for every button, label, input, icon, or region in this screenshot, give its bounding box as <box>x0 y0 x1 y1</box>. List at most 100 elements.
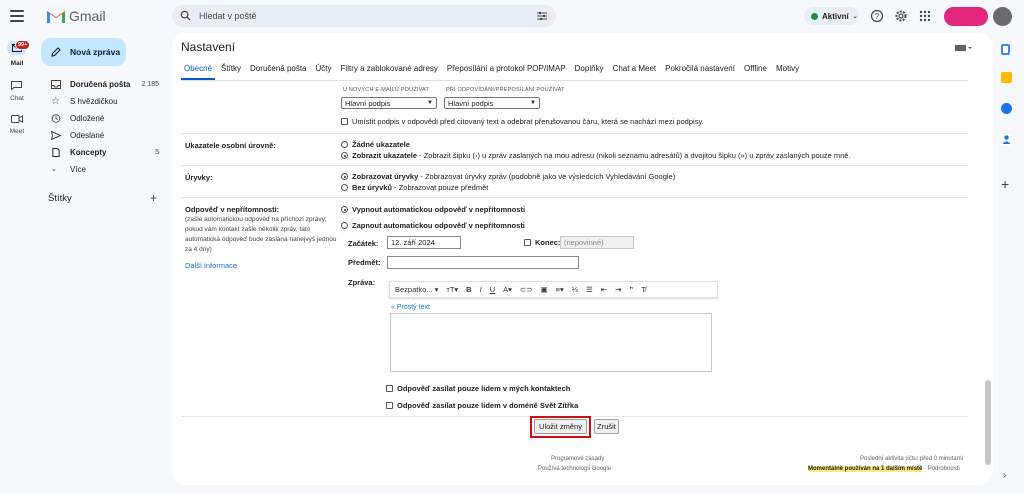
tab-addons[interactable]: Doplňky <box>575 64 604 73</box>
gmail-logo[interactable] <box>46 8 66 24</box>
get-addons-icon[interactable]: + <box>1001 176 1009 192</box>
details-link[interactable]: · Podrobnosti <box>922 466 960 472</box>
input-tools-icon[interactable] <box>955 44 973 52</box>
vacation-off-option[interactable]: Vypnout automatickou odpověď v nepřítomn… <box>341 205 525 214</box>
numbered-list-icon[interactable]: ⅓ <box>572 285 578 294</box>
radio[interactable] <box>341 141 348 148</box>
nav-item-drafts[interactable]: Koncepty 5 <box>41 145 165 160</box>
radio[interactable] <box>341 222 348 229</box>
search-icon[interactable] <box>180 10 191 21</box>
svg-text:?: ? <box>875 12 880 21</box>
tab-advanced[interactable]: Pokročilá nastavení <box>665 64 735 73</box>
calendar-icon[interactable] <box>1001 44 1010 55</box>
indicators-none-option[interactable]: Žádné ukazatele <box>341 140 410 149</box>
contacts-icon[interactable] <box>1001 134 1012 145</box>
tab-accounts[interactable]: Účty <box>316 64 332 73</box>
help-icon[interactable]: ? <box>870 9 884 23</box>
domain-only-checkbox[interactable] <box>386 402 393 409</box>
description-line: pokud vám kontakt zašle několik zpráv, t… <box>185 226 311 233</box>
start-date-input[interactable]: 12. září 2024 <box>387 236 461 249</box>
expand-panel-icon[interactable]: › <box>1003 470 1006 481</box>
plain-text-link[interactable]: « Prostý text <box>391 304 430 311</box>
radio[interactable] <box>341 206 348 213</box>
compose-button[interactable]: Nová zpráva <box>41 38 126 66</box>
vacation-on-option[interactable]: Zapnout automatickou odpověď v nepřítomn… <box>341 221 525 230</box>
bulleted-list-icon[interactable]: ☰ <box>586 285 593 294</box>
nav-count: 5 <box>155 149 159 156</box>
learn-more-link[interactable]: Další informace <box>185 261 237 270</box>
option-description: - Zobrazit šipku (›) u zpráv zaslaných n… <box>417 151 851 160</box>
signature-reply-select[interactable]: Hlavní podpis ▼ <box>444 97 540 109</box>
tab-offline[interactable]: Offline <box>744 64 767 73</box>
quote-icon[interactable]: ” <box>629 285 633 294</box>
rail-meet-label[interactable]: Meet <box>4 128 30 135</box>
tasks-icon[interactable] <box>1001 103 1012 114</box>
image-icon[interactable]: ▣ <box>540 285 547 294</box>
radio[interactable] <box>341 152 348 159</box>
italic-icon[interactable]: I <box>480 285 482 294</box>
program-policies-link[interactable]: Programové zásady <box>551 456 604 462</box>
end-date-checkbox[interactable] <box>524 239 531 246</box>
tab-inbox[interactable]: Doručená pošta <box>250 64 306 73</box>
font-size-icon[interactable]: ᴛT▾ <box>446 285 458 294</box>
tab-general[interactable]: Obecné <box>184 64 212 73</box>
nav-item-inbox[interactable]: Doručená pošta 2 185 <box>41 77 165 92</box>
cancel-button[interactable]: Zrušit <box>594 419 619 434</box>
rail-mail-label[interactable]: Mail <box>4 60 30 67</box>
font-family-select[interactable]: Bezpatko... ▾ <box>395 285 438 294</box>
signature-placement-option[interactable]: Umístit podpis v odpovědi před citovaný … <box>341 117 704 126</box>
search-options-icon[interactable] <box>536 10 548 22</box>
chat-icon[interactable] <box>11 81 22 90</box>
indent-more-icon[interactable]: ⇥ <box>615 285 621 294</box>
bold-icon[interactable]: B <box>466 285 471 294</box>
signature-new-select[interactable]: Hlavní podpis ▼ <box>341 97 437 109</box>
message-editor[interactable] <box>390 313 712 372</box>
radio[interactable] <box>341 173 348 180</box>
nav-item-snoozed[interactable]: Odložené <box>41 111 165 126</box>
option-label: Zobrazovat úryvky <box>352 172 419 181</box>
snippets-none-option[interactable]: Bez úryvků - Zobrazovat pouze předmět <box>341 183 488 192</box>
tab-chat-meet[interactable]: Chat a Meet <box>613 64 657 73</box>
save-button[interactable]: Uložit změny <box>534 419 587 434</box>
search-input[interactable]: Hledat v poště <box>199 11 257 21</box>
keep-icon[interactable] <box>1001 72 1012 83</box>
account-logo[interactable] <box>944 7 988 26</box>
tab-filters[interactable]: Filtry a zablokované adresy <box>341 64 438 73</box>
subject-input[interactable] <box>387 256 579 269</box>
align-icon[interactable]: ≡▾ <box>556 285 564 294</box>
rail-chat-label[interactable]: Chat <box>4 95 30 102</box>
end-date-input[interactable]: (nepovinné) <box>560 236 634 249</box>
contacts-only-checkbox[interactable] <box>386 385 393 392</box>
page-title: Nastavení <box>181 40 236 54</box>
main-menu-icon[interactable] <box>10 10 24 22</box>
domain-only-option[interactable]: Odpověď zasílat pouze lidem v doméně Svě… <box>386 401 578 410</box>
settings-gear-icon[interactable] <box>894 9 908 23</box>
tab-labels[interactable]: Štítky <box>221 64 241 73</box>
snippets-show-option[interactable]: Zobrazovat úryvky - Zobrazovat úryvky zp… <box>341 172 675 181</box>
option-label: Bez úryvků <box>352 183 393 192</box>
end-date-option[interactable]: Konec: <box>524 238 560 247</box>
underline-icon[interactable]: U <box>490 285 495 294</box>
search-bar[interactable]: Hledat v poště <box>172 5 556 27</box>
nav-item-starred[interactable]: ☆ S hvězdičkou <box>41 94 165 109</box>
section-divider <box>181 165 968 166</box>
status-button[interactable]: Aktivní ⌄ <box>804 7 859 25</box>
signature-placement-checkbox[interactable] <box>341 118 348 125</box>
contacts-only-option[interactable]: Odpověď zasílat pouze lidem v mých konta… <box>386 384 570 393</box>
indicators-show-option[interactable]: Zobrazit ukazatele - Zobrazit šipku (›) … <box>341 151 851 160</box>
radio[interactable] <box>341 184 348 191</box>
tab-forwarding[interactable]: Přeposílání a protokol POP/IMAP <box>447 64 566 73</box>
text-color-icon[interactable]: A▾ <box>503 285 512 294</box>
add-label-icon[interactable]: + <box>150 191 157 205</box>
apps-grid-icon[interactable] <box>918 9 932 23</box>
nav-item-sent[interactable]: Odeslané <box>41 128 165 143</box>
meet-icon[interactable] <box>11 115 23 123</box>
settings-scrollbar[interactable] <box>985 380 991 465</box>
indent-less-icon[interactable]: ⇤ <box>601 285 607 294</box>
avatar[interactable] <box>993 7 1012 26</box>
tab-themes[interactable]: Motivy <box>776 64 799 73</box>
option-label: Odpověď zasílat pouze lidem v mých konta… <box>397 384 571 393</box>
link-icon[interactable]: ⊂⊃ <box>520 285 533 294</box>
remove-formatting-icon[interactable]: T̸ <box>641 285 646 294</box>
nav-item-more[interactable]: ⌄ Více <box>41 162 165 177</box>
